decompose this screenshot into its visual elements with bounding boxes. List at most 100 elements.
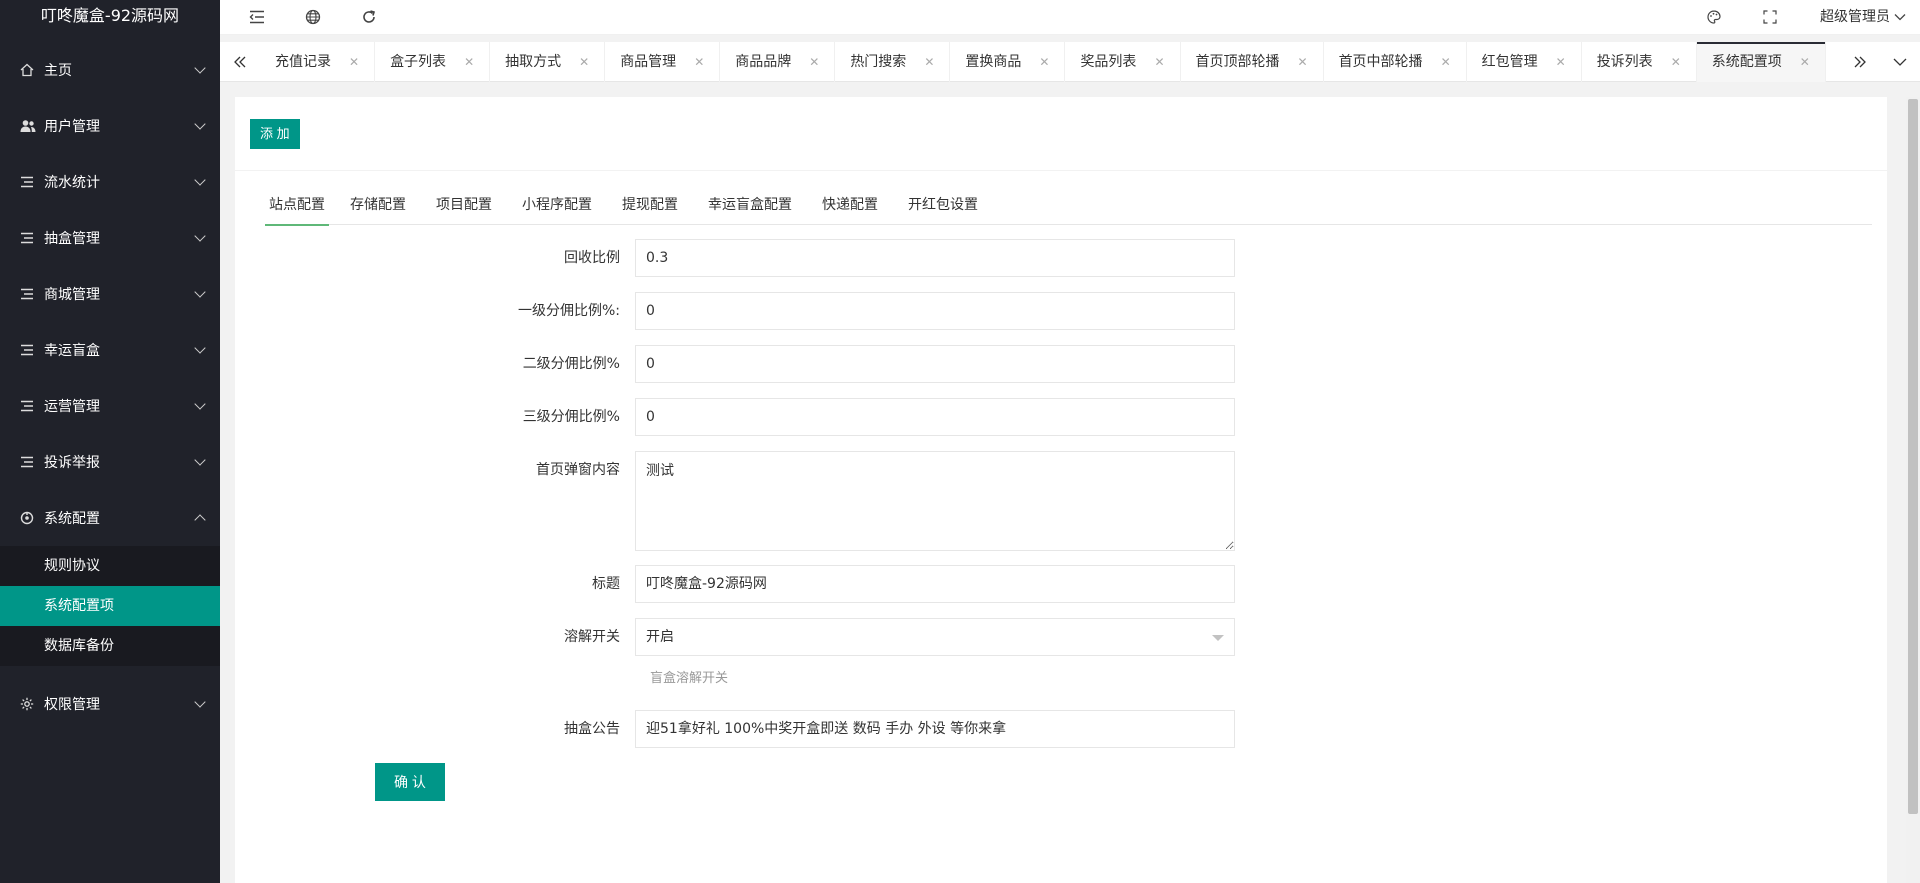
add-button[interactable]: 添 加: [250, 119, 300, 149]
user-menu[interactable]: 超级管理员: [1820, 0, 1906, 35]
sidebar-item-box-management[interactable]: 抽盒管理: [0, 210, 220, 266]
page-tab[interactable]: 奖品列表 ✕: [1065, 42, 1181, 82]
close-icon[interactable]: ✕: [1800, 42, 1810, 82]
field-label: 抽盒公告: [564, 721, 620, 737]
field-label: 二级分佣比例%: [522, 356, 620, 372]
page-tab[interactable]: 首页顶部轮播 ✕: [1181, 42, 1324, 82]
theme-icon[interactable]: [1705, 8, 1723, 26]
sidebar-item-users[interactable]: 用户管理: [0, 98, 220, 154]
close-icon[interactable]: ✕: [1441, 42, 1451, 82]
list-icon: [20, 230, 44, 246]
close-icon[interactable]: ✕: [1556, 42, 1566, 82]
config-tab-miniprogram[interactable]: 小程序配置: [507, 185, 607, 225]
form-row-level1-commission: 一级分佣比例%: 0: [235, 292, 1235, 330]
user-name: 超级管理员: [1820, 9, 1890, 25]
config-tab-express[interactable]: 快递配置: [807, 185, 893, 225]
list-icon: [20, 286, 44, 302]
dissolve-switch-select[interactable]: 开启: [635, 618, 1235, 656]
sidebar: 叮咚魔盒-92源码网 主页 用户管理 流水统计 抽盒管理 商城管理 幸运盲盒 运…: [0, 0, 220, 883]
scrollbar[interactable]: [1906, 97, 1920, 883]
confirm-button[interactable]: 确 认: [375, 763, 445, 801]
config-tab-project[interactable]: 项目配置: [421, 185, 507, 225]
field-label: 一级分佣比例%:: [517, 303, 620, 319]
menu-fold-icon[interactable]: [248, 8, 266, 26]
form-row-level2-commission: 二级分佣比例% 0: [235, 345, 1235, 383]
page-tab-active[interactable]: 系统配置项 ✕: [1696, 42, 1826, 82]
level2-commission-input[interactable]: 0: [635, 345, 1235, 383]
close-icon[interactable]: ✕: [349, 42, 359, 82]
notice-input[interactable]: 迎51拿好礼 100%中奖开盒即送 数码 手办 外设 等你来拿: [635, 710, 1235, 748]
sidebar-item-lucky-box[interactable]: 幸运盲盒: [0, 322, 220, 378]
sidebar-item-label: 用户管理: [44, 119, 100, 135]
divider: [235, 170, 1887, 171]
page-tab[interactable]: 充值记录 ✕: [260, 42, 376, 82]
close-icon[interactable]: ✕: [579, 42, 589, 82]
close-icon[interactable]: ✕: [1298, 42, 1308, 82]
close-icon[interactable]: ✕: [1671, 42, 1681, 82]
scrollbar-thumb[interactable]: [1908, 99, 1918, 814]
level1-commission-input[interactable]: 0: [635, 292, 1235, 330]
tabs-next-icon[interactable]: [1840, 42, 1880, 82]
gear-icon: [20, 696, 44, 712]
page-tab[interactable]: 投诉列表 ✕: [1582, 42, 1697, 82]
form-row-recycle-ratio: 回收比例 0.3: [235, 239, 1235, 277]
chevron-down-icon: [194, 342, 206, 354]
level3-commission-input[interactable]: 0: [635, 398, 1235, 436]
page-tab[interactable]: 红包管理 ✕: [1467, 42, 1582, 82]
popup-content-textarea[interactable]: 测试: [635, 451, 1235, 551]
close-icon[interactable]: ✕: [1039, 42, 1049, 82]
list-icon: [20, 342, 44, 358]
config-tab-withdraw[interactable]: 提现配置: [607, 185, 693, 225]
form-row-dissolve-switch: 溶解开关 开启: [235, 618, 1235, 656]
sidebar-item-complaints[interactable]: 投诉举报: [0, 434, 220, 490]
config-tab-storage[interactable]: 存储配置: [335, 185, 421, 225]
sidebar-submenu-system-config: 规则协议 系统配置项 数据库备份: [0, 546, 220, 666]
config-tab-lucky-box[interactable]: 幸运盲盒配置: [693, 185, 807, 225]
close-icon[interactable]: ✕: [1154, 42, 1164, 82]
page-tab[interactable]: 商品管理 ✕: [605, 42, 721, 82]
tabs-prev-icon[interactable]: [220, 42, 260, 82]
chevron-down-icon: [194, 696, 206, 708]
tabs-more-icon[interactable]: [1880, 42, 1920, 82]
close-icon[interactable]: ✕: [924, 42, 934, 82]
sidebar-item-label: 幸运盲盒: [44, 343, 100, 359]
chevron-down-icon: [194, 230, 206, 242]
config-tabs: 站点配置 存储配置 项目配置 小程序配置 提现配置 幸运盲盒配置 快递配置 开红…: [265, 185, 1872, 226]
settings-icon: [20, 510, 44, 526]
sidebar-item-label: 运营管理: [44, 399, 100, 415]
recycle-ratio-input[interactable]: 0.3: [635, 239, 1235, 277]
field-label: 首页弹窗内容: [536, 462, 620, 478]
chevron-down-icon: [194, 62, 206, 74]
sidebar-subitem-rules[interactable]: 规则协议: [0, 546, 220, 586]
title-input[interactable]: 叮咚魔盒-92源码网: [635, 565, 1235, 603]
page-tab[interactable]: 置换商品 ✕: [950, 42, 1066, 82]
page-tab[interactable]: 盒子列表 ✕: [375, 42, 491, 82]
field-label: 回收比例: [564, 250, 620, 266]
page-tab[interactable]: 商品品牌 ✕: [720, 42, 836, 82]
sidebar-item-operations[interactable]: 运营管理: [0, 378, 220, 434]
page-tab[interactable]: 热门搜索 ✕: [835, 42, 951, 82]
sidebar-item-label: 抽盒管理: [44, 231, 100, 247]
sidebar-subitem-db-backup[interactable]: 数据库备份: [0, 626, 220, 666]
sidebar-item-system-config[interactable]: 系统配置: [0, 490, 220, 546]
page-tabs: 充值记录 ✕ 盒子列表 ✕ 抽取方式 ✕ 商品管理 ✕ 商品品牌 ✕ 热门搜索 ✕ 置换商品…: [260, 42, 1826, 82]
sidebar-item-permissions[interactable]: 权限管理: [0, 676, 220, 732]
config-tab-red-packet[interactable]: 开红包设置: [893, 185, 993, 225]
close-icon[interactable]: ✕: [809, 42, 819, 82]
field-label: 三级分佣比例%: [522, 409, 620, 425]
fullscreen-icon[interactable]: [1761, 8, 1779, 26]
refresh-icon[interactable]: [360, 8, 378, 26]
field-hint: 盲盒溶解开关: [650, 671, 729, 686]
close-icon[interactable]: ✕: [694, 42, 704, 82]
sidebar-item-home[interactable]: 主页: [0, 42, 220, 98]
sidebar-item-label: 系统配置: [44, 511, 100, 527]
close-icon[interactable]: ✕: [464, 42, 474, 82]
page-tab[interactable]: 首页中部轮播 ✕: [1324, 42, 1467, 82]
sidebar-subitem-system-config-items[interactable]: 系统配置项: [0, 586, 220, 626]
config-tab-site[interactable]: 站点配置: [265, 185, 329, 226]
sidebar-item-flow-stats[interactable]: 流水统计: [0, 154, 220, 210]
sidebar-item-mall-management[interactable]: 商城管理: [0, 266, 220, 322]
globe-icon[interactable]: [304, 8, 322, 26]
page-tab[interactable]: 抽取方式 ✕: [490, 42, 606, 82]
sidebar-item-label: 主页: [44, 63, 72, 79]
